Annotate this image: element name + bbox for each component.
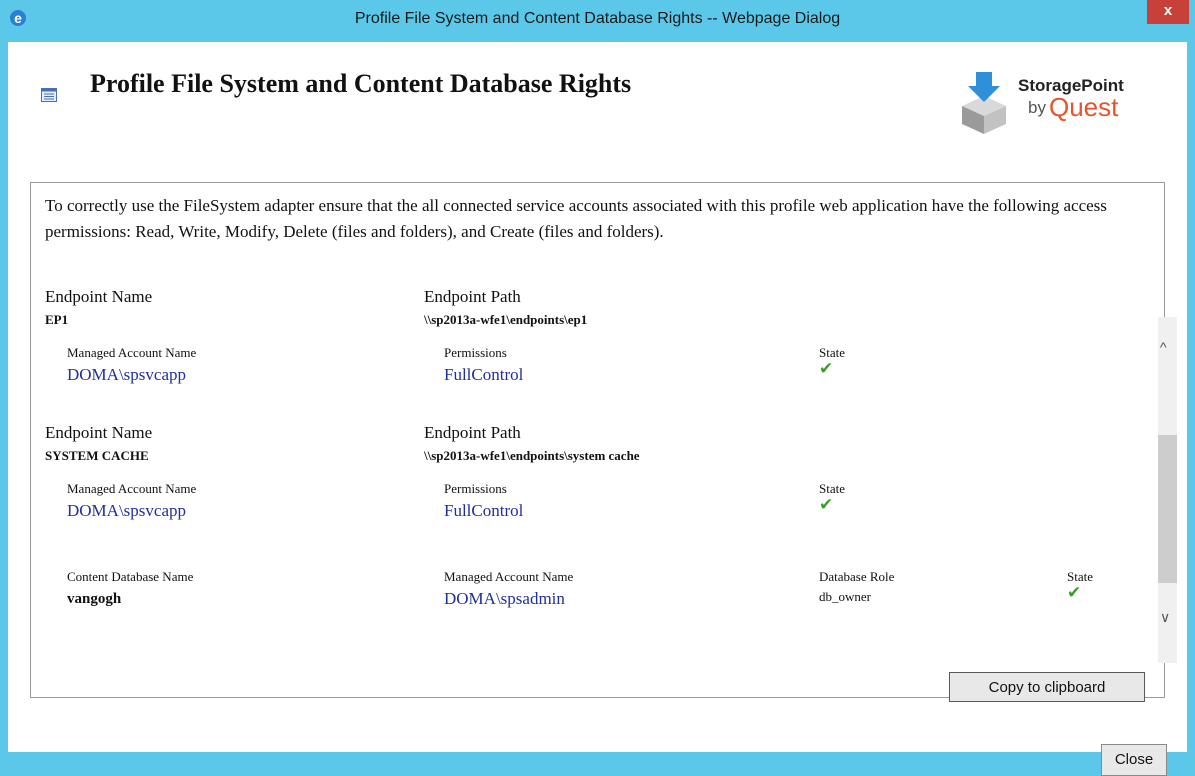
- permissions-label: Permissions: [444, 481, 507, 496]
- content-database-value: vangogh: [67, 591, 122, 607]
- scroll-up-arrow-icon[interactable]: ^: [1160, 339, 1167, 355]
- endpoint-name-label: Endpoint Name: [45, 423, 153, 442]
- window-close-button[interactable]: x: [1147, 0, 1189, 24]
- content-database-label: Content Database Name: [67, 569, 194, 584]
- state-ok-icon: ✔: [819, 359, 834, 379]
- endpoint-name-label: Endpoint Name: [45, 287, 153, 306]
- list-view-icon: [41, 88, 57, 102]
- scroll-down-arrow-icon[interactable]: ∨: [1160, 609, 1170, 626]
- dialog-client-area: Profile File System and Content Database…: [8, 42, 1187, 776]
- window-titlebar: e Profile File System and Content Databa…: [0, 0, 1195, 42]
- logo-brand: Quest: [1049, 92, 1119, 122]
- managed-account-label: Managed Account Name: [67, 481, 197, 496]
- close-button[interactable]: Close: [1101, 744, 1167, 776]
- managed-account-link[interactable]: DOMA\spsvcapp: [67, 365, 186, 385]
- permissions-link[interactable]: FullControl: [444, 365, 523, 385]
- database-role-value: db_owner: [819, 589, 871, 604]
- endpoint-path-value: \\sp2013a-wfe1\endpoints\system cache: [424, 448, 640, 463]
- managed-account-link[interactable]: DOMA\spsvcapp: [67, 501, 186, 521]
- permissions-link[interactable]: FullControl: [444, 501, 523, 521]
- window-title: Profile File System and Content Database…: [354, 10, 841, 27]
- managed-account-label: Managed Account Name: [444, 569, 574, 584]
- rights-panel: To correctly use the FileSystem adapter …: [30, 182, 1177, 698]
- page-title: Profile File System and Content Database…: [90, 69, 632, 98]
- logo-by: by: [1028, 98, 1046, 117]
- intro-text: To correctly use the FileSystem adapter …: [45, 196, 1107, 241]
- database-role-label: Database Role: [819, 569, 895, 584]
- endpoint-path-label: Endpoint Path: [424, 287, 521, 306]
- rights-list[interactable]: Endpoint Name EP1 Endpoint Path \\sp2013…: [41, 277, 1163, 623]
- state-ok-icon: ✔: [1067, 583, 1082, 603]
- copy-to-clipboard-button[interactable]: Copy to clipboard: [949, 672, 1145, 702]
- vertical-scrollbar[interactable]: ^ ∨: [1158, 317, 1177, 663]
- endpoint-path-value: \\sp2013a-wfe1\endpoints\ep1: [424, 312, 588, 327]
- endpoint-name-value: SYSTEM CACHE: [45, 448, 149, 463]
- state-ok-icon: ✔: [819, 495, 834, 515]
- scrollbar-thumb[interactable]: [1158, 435, 1177, 583]
- permissions-label: Permissions: [444, 345, 507, 360]
- endpoint-path-label: Endpoint Path: [424, 423, 521, 442]
- endpoint-name-value: EP1: [45, 312, 69, 327]
- storagepoint-box-icon: [962, 72, 1006, 134]
- managed-account-link[interactable]: DOMA\spsadmin: [444, 589, 565, 609]
- storagepoint-logo: StoragePoint by Quest: [958, 68, 1168, 140]
- managed-account-label: Managed Account Name: [67, 345, 197, 360]
